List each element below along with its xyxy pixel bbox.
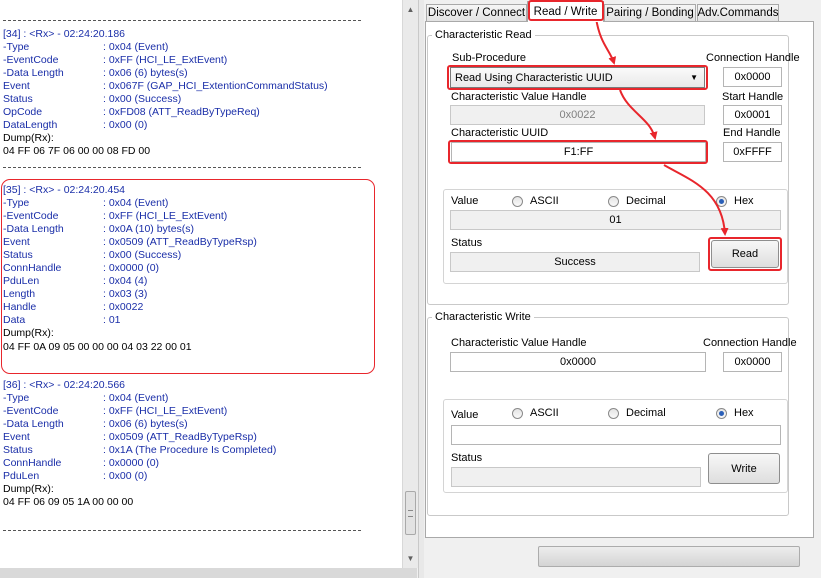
- app-window: [34] : <Rx> - 02:24:20.186 -Type: 0x04 (…: [0, 0, 821, 578]
- arrow-subprocedure-to-uuid: [619, 89, 658, 140]
- arrow-uuid-to-read: [663, 164, 729, 236]
- tab-highlight: [528, 0, 604, 21]
- annotation-arrows: [595, 17, 729, 236]
- arrow-tab-to-subprocedure: [595, 17, 617, 65]
